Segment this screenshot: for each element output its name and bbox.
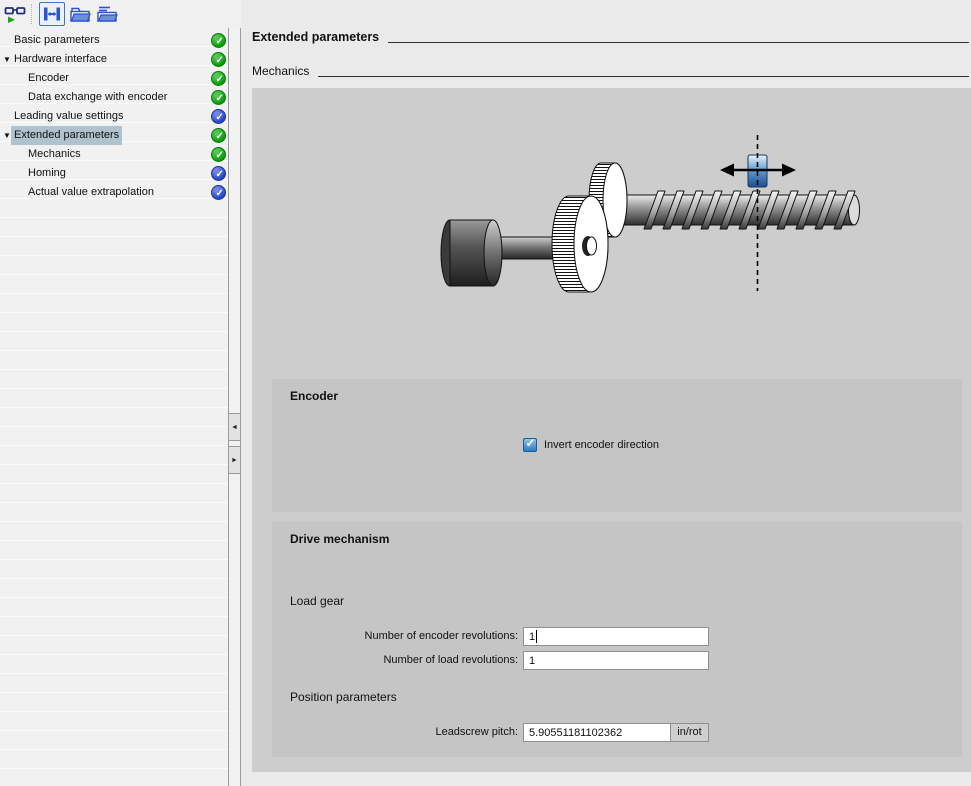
encoder-revolutions-field-wrap <box>523 627 709 646</box>
invert-encoder-checkbox[interactable] <box>523 438 537 452</box>
collapse-arrow-icon[interactable] <box>3 50 13 69</box>
tree-item-label: Actual value extrapolation <box>25 183 157 202</box>
encoder-revolutions-input[interactable] <box>524 628 708 645</box>
tree-item-hardware-interface[interactable]: Hardware interface <box>0 50 228 69</box>
monitor-glasses-icon[interactable] <box>3 2 27 26</box>
load-gear-label: Load gear <box>290 594 344 608</box>
split-compare-button[interactable] <box>39 2 65 26</box>
status-ok-icon <box>211 147 226 162</box>
tree-item-label: Extended parameters <box>11 126 122 145</box>
load-revolutions-label: Number of load revolutions: <box>272 651 518 670</box>
load-revolutions-input[interactable] <box>524 652 708 669</box>
tree-item-label: Leading value settings <box>11 107 126 126</box>
tree-item-mechanics[interactable]: Mechanics <box>0 145 228 164</box>
header-rule <box>318 76 969 77</box>
text-cursor <box>536 630 537 643</box>
leadscrew-pitch-field-wrap: in/rot <box>523 723 709 742</box>
header-rule <box>388 42 969 43</box>
encoder-revolutions-label: Number of encoder revolutions: <box>272 627 518 646</box>
mechanics-diagram <box>438 133 870 303</box>
mechanics-settings-panel: Encoder Invert encoder direction Drive m… <box>252 88 971 772</box>
expand-all-button[interactable] <box>68 2 92 26</box>
load-revolutions-field-wrap <box>523 651 709 670</box>
leadscrew-pitch-input[interactable] <box>524 724 670 741</box>
tree-item-encoder[interactable]: Encoder <box>0 69 228 88</box>
tree-item-label: Encoder <box>25 69 72 88</box>
page-title: Extended parameters <box>252 30 379 44</box>
status-ok-icon <box>211 185 226 200</box>
toolbar-separator <box>31 4 33 24</box>
status-ok-icon <box>211 52 226 67</box>
encoder-card: Encoder Invert encoder direction <box>272 379 962 512</box>
position-parameters-label: Position parameters <box>290 690 397 704</box>
main-subsection-header: Mechanics <box>252 60 971 82</box>
status-ok-icon <box>211 166 226 181</box>
tree-item-homing[interactable]: Homing <box>0 164 228 183</box>
tree-item-extended-parameters[interactable]: Extended parameters <box>0 126 228 145</box>
tree-item-label: Data exchange with encoder <box>25 88 170 107</box>
pane-splitter[interactable]: ◄ ► <box>228 28 241 786</box>
drive-mechanism-heading: Drive mechanism <box>290 532 389 546</box>
collapse-arrow-icon[interactable] <box>3 126 13 145</box>
tree-item-data-exchange[interactable]: Data exchange with encoder <box>0 88 228 107</box>
page-subtitle: Mechanics <box>252 64 309 78</box>
status-ok-icon <box>211 128 226 143</box>
drive-mechanism-card: Drive mechanism Load gear Number of enco… <box>272 522 962 757</box>
leadscrew-pitch-label: Leadscrew pitch: <box>272 723 518 742</box>
pitch-unit-badge: in/rot <box>670 724 708 741</box>
tree-item-label: Hardware interface <box>11 50 110 69</box>
tree-item-actual-value-extrapolation[interactable]: Actual value extrapolation <box>0 183 228 202</box>
tree-item-label: Mechanics <box>25 145 84 164</box>
collapse-pane-left-button[interactable]: ◄ <box>229 413 240 441</box>
main-section-header: Extended parameters <box>252 26 971 48</box>
invert-encoder-label: Invert encoder direction <box>544 439 659 451</box>
tree-item-label: Homing <box>25 164 69 183</box>
collapse-all-button[interactable] <box>95 2 119 26</box>
tree-item-leading-value-settings[interactable]: Leading value settings <box>0 107 228 126</box>
status-ok-icon <box>211 109 226 124</box>
tree-item-basic-parameters[interactable]: Basic parameters <box>0 31 228 50</box>
function-view-toolbar <box>0 0 241 28</box>
navigation-tree: Basic parameters Hardware interface Enco… <box>0 28 228 786</box>
status-ok-icon <box>211 71 226 86</box>
configuration-window: Basic parameters Hardware interface Enco… <box>0 0 971 786</box>
status-ok-icon <box>211 90 226 105</box>
collapse-pane-right-button[interactable]: ► <box>229 446 240 474</box>
status-ok-icon <box>211 33 226 48</box>
tree-item-label: Basic parameters <box>11 31 103 50</box>
encoder-heading: Encoder <box>290 389 338 403</box>
